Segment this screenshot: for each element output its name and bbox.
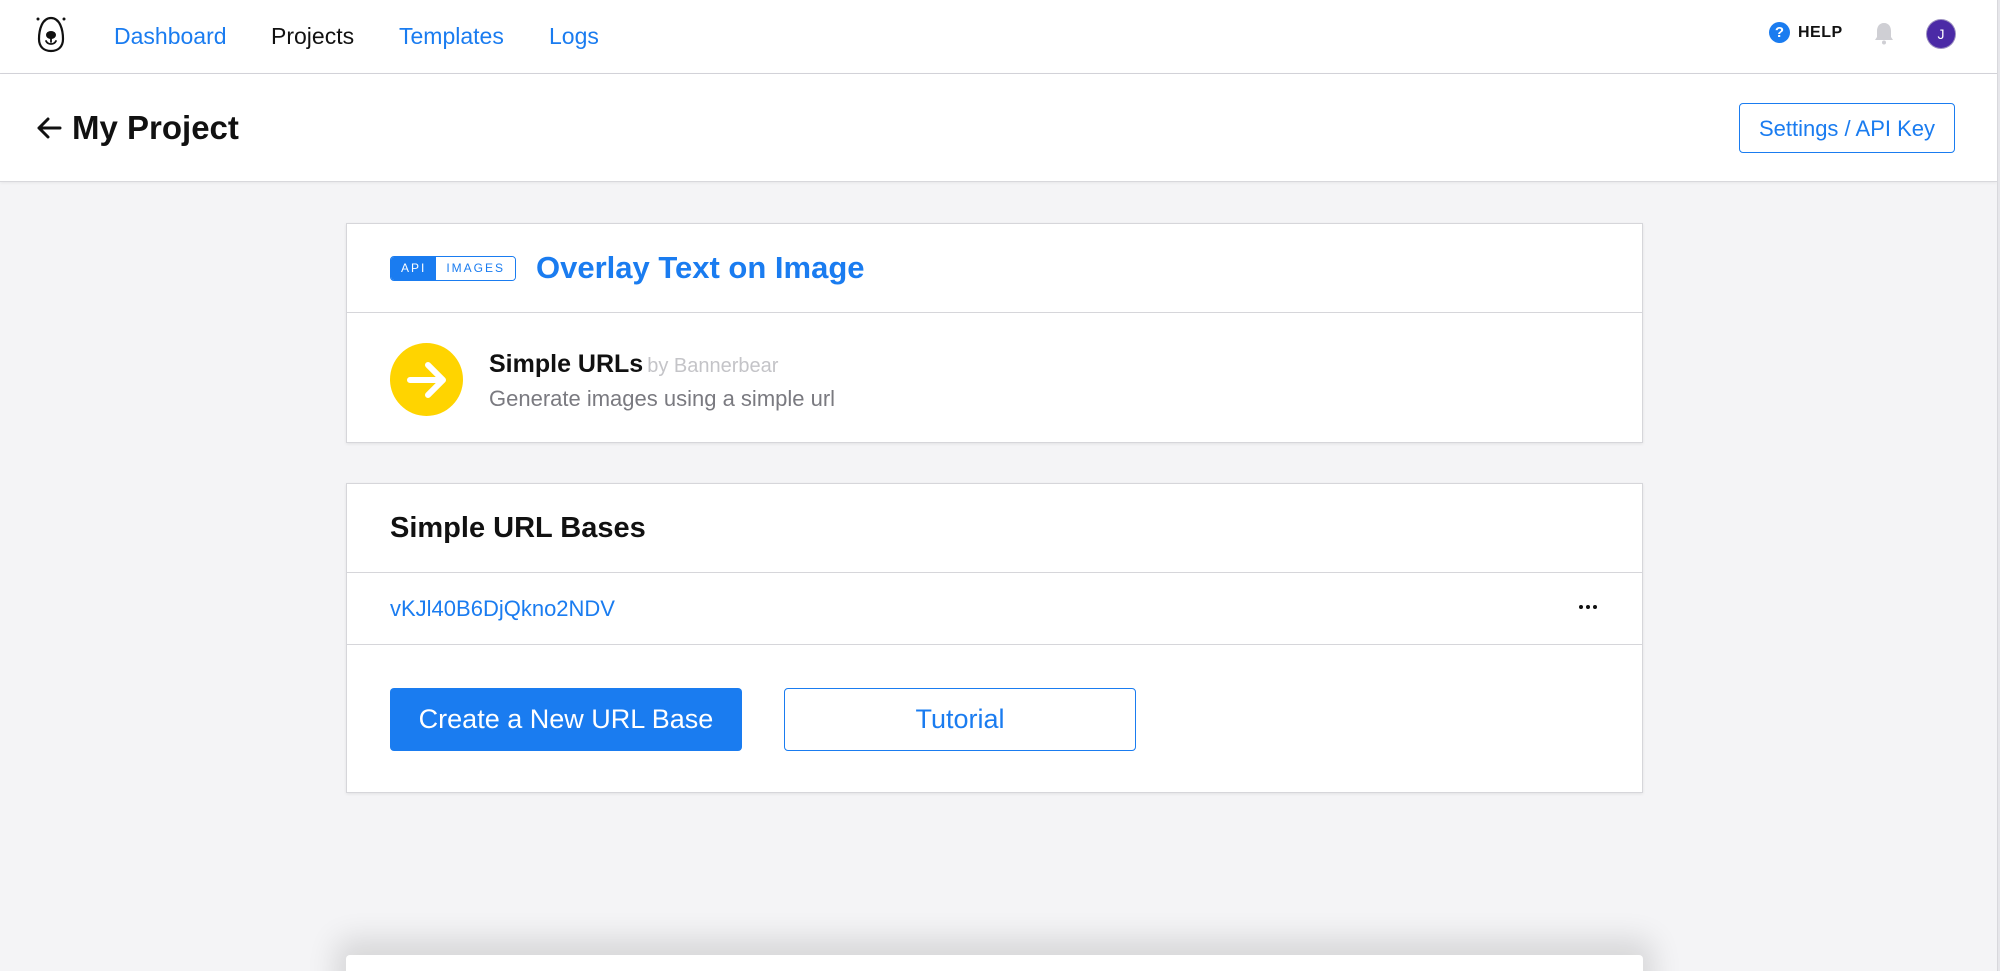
arrow-right-circle-icon (390, 343, 463, 416)
page: Dashboard Projects Templates Logs ? HELP… (0, 0, 1997, 971)
settings-api-key-button[interactable]: Settings / API Key (1739, 103, 1955, 153)
integration-name: Simple URLs by Bannerbear (489, 349, 778, 381)
url-bases-title: Simple URL Bases (390, 512, 646, 544)
api-images-badge: API IMAGES (390, 256, 517, 281)
url-bases-actions: Create a New URL Base Tutorial (347, 644, 1642, 793)
nav-link-templates[interactable]: Templates (399, 22, 504, 50)
badge-images: IMAGES (436, 257, 516, 280)
url-bases-header: Simple URL Bases (347, 484, 1642, 572)
nav-link-dashboard[interactable]: Dashboard (114, 22, 227, 50)
nav-link-logs[interactable]: Logs (549, 22, 599, 50)
bell-icon[interactable] (1873, 21, 1895, 45)
bannerbear-logo-icon[interactable] (34, 14, 68, 54)
create-url-base-button[interactable]: Create a New URL Base (390, 688, 742, 751)
help-link[interactable]: ? HELP (1769, 22, 1843, 43)
next-card-partial (346, 955, 1643, 971)
template-card: API IMAGES Overlay Text on Image Simple … (346, 223, 1643, 443)
more-options-icon[interactable] (1578, 597, 1598, 617)
top-navigation: Dashboard Projects Templates Logs ? HELP… (0, 0, 1997, 74)
integration-description: Generate images using a simple url (489, 386, 836, 411)
badge-api: API (391, 257, 437, 280)
question-circle-icon: ? (1769, 22, 1790, 43)
template-title-link[interactable]: Overlay Text on Image (536, 250, 865, 286)
integration-title: Simple URLs (489, 350, 644, 378)
template-card-header: API IMAGES Overlay Text on Image (347, 224, 1642, 312)
nav-link-projects[interactable]: Projects (271, 22, 354, 50)
tutorial-button[interactable]: Tutorial (784, 688, 1136, 751)
arrow-left-icon[interactable] (36, 116, 62, 140)
integration-author: by Bannerbear (647, 355, 779, 377)
integration-row: Simple URLs by Bannerbear Generate images… (347, 312, 1642, 443)
project-header: My Project Settings / API Key (0, 74, 1997, 182)
help-label: HELP (1798, 23, 1843, 41)
list-item: vKJl40B6DjQkno2NDV (347, 572, 1642, 644)
page-title: My Project (72, 109, 239, 146)
user-avatar[interactable]: J (1927, 20, 1955, 48)
url-bases-card: Simple URL Bases vKJl40B6DjQkno2NDV Crea… (346, 483, 1643, 793)
url-base-link[interactable]: vKJl40B6DjQkno2NDV (390, 595, 615, 623)
